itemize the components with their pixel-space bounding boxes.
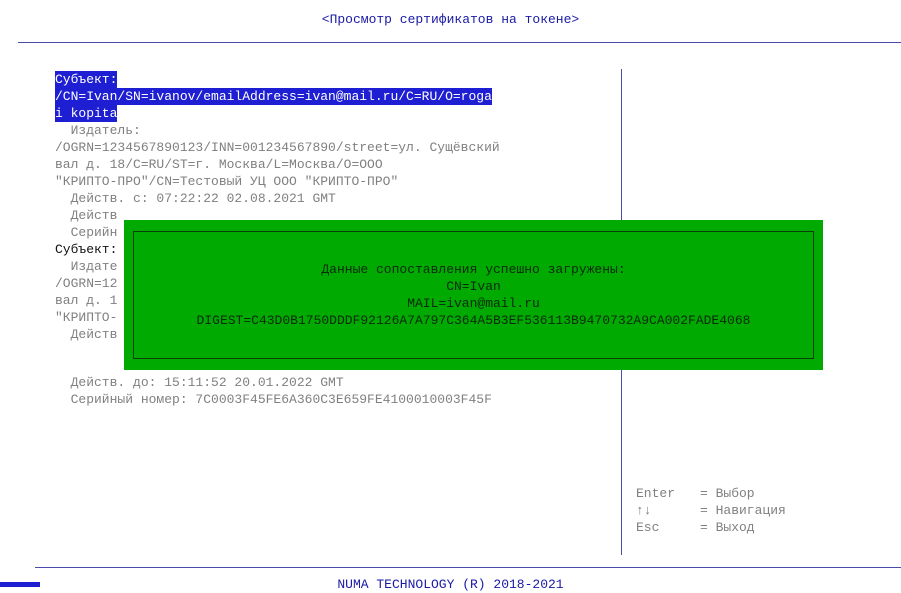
dialog-cn: CN=Ivan bbox=[446, 279, 501, 294]
dialog-mail: MAIL=ivan@mail.ru bbox=[407, 296, 540, 311]
footer-copyright: NUMA TECHNOLOGY (R) 2018-2021 bbox=[337, 577, 564, 592]
serial-partial: Серийн bbox=[55, 225, 118, 240]
second-subject-label[interactable]: Субъект: bbox=[55, 241, 117, 258]
issuer-value-line-1: /OGRN=1234567890123/INN=001234567890/str… bbox=[55, 140, 500, 155]
nav-key: ↑↓ bbox=[636, 503, 652, 518]
second-issuer-label-partial: Издате bbox=[55, 259, 118, 274]
issuer-label: Издатель: bbox=[55, 123, 141, 138]
subject-value-line-1[interactable]: /CN=Ivan/SN=ivanov/emailAddress=ivan@mai… bbox=[55, 88, 492, 105]
second-valid-from-partial: Действ bbox=[55, 327, 118, 342]
subject-value-line-2[interactable]: i kopita bbox=[55, 105, 118, 122]
esc-action: = Выход bbox=[700, 520, 755, 535]
second-issuer-line-1-partial: /OGRN=12 bbox=[55, 276, 118, 291]
dialog-message: Данные сопоставления успешно загружены: bbox=[321, 262, 626, 277]
nav-action: = Навигация bbox=[700, 503, 786, 518]
cursor-block bbox=[0, 582, 40, 587]
second-serial-number: Серийный номер: 7C0003F45FE6A360C3E659FE… bbox=[55, 392, 492, 407]
second-valid-to: Действ. до: 15:11:52 20.01.2022 GMT bbox=[55, 375, 344, 390]
bottom-border bbox=[35, 567, 901, 568]
issuer-value-line-3: "КРИПТО-ПРО"/CN=Тестовый УЦ ООО "КРИПТО-… bbox=[55, 174, 399, 189]
issuer-value-line-2: вал д. 18/C=RU/ST=г. Москва/L=Москва/O=О… bbox=[55, 157, 383, 172]
subject-label[interactable]: Субъект: bbox=[55, 71, 118, 88]
valid-from: Действ. с: 07:22:22 02.08.2021 GMT bbox=[55, 191, 336, 206]
top-border bbox=[18, 42, 901, 43]
valid-to-partial: Действ bbox=[55, 208, 118, 223]
dialog-digest: DIGEST=C43D0B1750DDDF92126A7A797C364A5B3… bbox=[196, 313, 751, 328]
esc-key: Esc bbox=[636, 520, 660, 535]
second-issuer-line-2-partial: вал д. 1 bbox=[55, 293, 118, 308]
window-title: <Просмотр сертификатов на токене> bbox=[321, 12, 580, 27]
enter-key: Enter bbox=[636, 486, 676, 501]
second-issuer-line-3-partial: "КРИПТО- bbox=[55, 310, 118, 325]
mapping-loaded-dialog: Данные сопоставления успешно загружены: … bbox=[124, 220, 823, 370]
enter-action: = Выбор bbox=[700, 486, 755, 501]
